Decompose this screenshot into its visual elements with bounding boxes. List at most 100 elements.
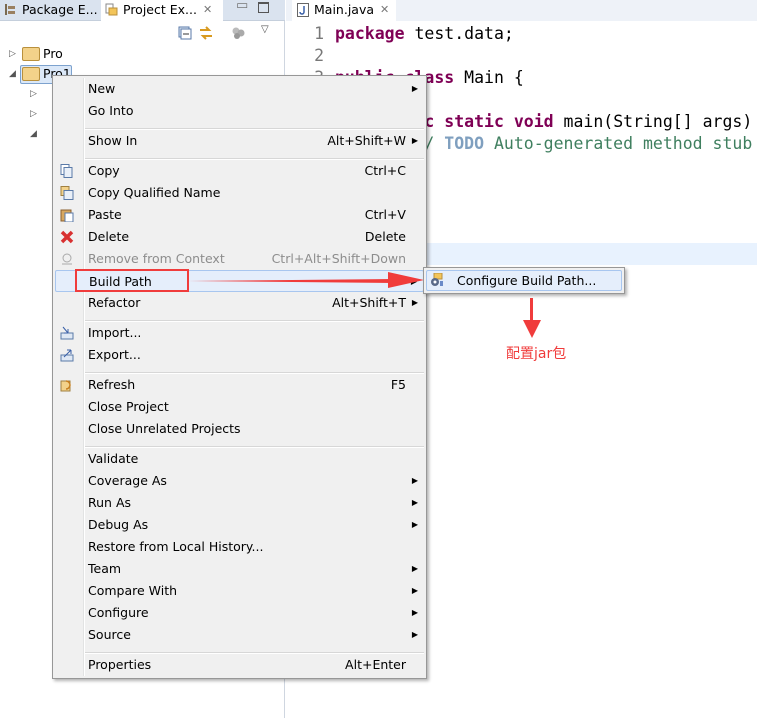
menu-item-close-unrelated-projects[interactable]: Close Unrelated Projects [55, 418, 424, 440]
menu-item-label: Team [88, 561, 122, 576]
menu-item-label: New [88, 81, 116, 96]
submenu-arrow-icon: ▶ [411, 608, 418, 617]
context-menu: New ▶ Go Into Show In Alt+Shift+W ▶ Copy Ctrl+C… [52, 75, 427, 679]
submenu-arrow-icon: ▶ [411, 498, 418, 507]
view-menu-icon[interactable]: ▽ [261, 24, 269, 35]
menu-item-copy[interactable]: Copy Ctrl+C [55, 160, 424, 182]
collapse-all-icon[interactable] [178, 26, 192, 40]
menu-item-export[interactable]: Export... [55, 344, 424, 366]
menu-item-shortcut: Alt+Enter [345, 657, 406, 672]
menu-item-label: Remove from Context [88, 251, 225, 266]
remove-from-context-icon [62, 253, 72, 265]
tab-label: Package E... [22, 2, 98, 17]
tab-main-java[interactable]: Main.java ✕ [292, 0, 396, 21]
menu-item-debug-as[interactable]: Debug As ▶ [55, 514, 424, 536]
project-explorer-icon [105, 3, 118, 16]
menu-item-new[interactable]: New ▶ [55, 78, 424, 100]
copy-icon [60, 164, 73, 178]
line-number: 2 [314, 46, 324, 65]
close-icon[interactable]: ✕ [203, 0, 212, 20]
configure-build-path-icon [431, 273, 443, 286]
menu-item-label: Export... [88, 347, 141, 362]
submenu-arrow-icon: ▶ [411, 298, 418, 307]
submenu-arrow-icon: ▶ [411, 476, 418, 485]
menu-item-show-in[interactable]: Show In Alt+Shift+W ▶ [55, 130, 424, 152]
menu-item-label: Show In [88, 133, 138, 148]
tree-item-pro[interactable]: ▷ Pro [0, 44, 200, 64]
submenu-arrow-icon: ▶ [411, 564, 418, 573]
menu-item-configure[interactable]: Configure ▶ [55, 602, 424, 624]
tab-label: Main.java [314, 2, 375, 17]
menu-item-source[interactable]: Source ▶ [55, 624, 424, 646]
tab-project-explorer[interactable]: Project Ex... ✕ [101, 0, 223, 21]
menu-item-coverage-as[interactable]: Coverage As ▶ [55, 470, 424, 492]
editor-tab-bar: Main.java ✕ [286, 0, 757, 21]
menu-item-label: Configure [88, 605, 149, 620]
menu-item-refresh[interactable]: Refresh F5 [55, 374, 424, 396]
paste-icon [60, 209, 74, 222]
annotation-arrow-right [188, 272, 424, 288]
menu-item-shortcut: Ctrl+V [364, 207, 406, 222]
menu-item-properties[interactable]: Properties Alt+Enter [55, 654, 424, 676]
menu-item-import[interactable]: Import... [55, 322, 424, 344]
menu-item-label: Compare With [88, 583, 178, 598]
submenu-arrow-icon: ▶ [411, 630, 418, 639]
menu-item-label: Copy [88, 163, 120, 178]
collapse-icon[interactable]: ◢ [9, 64, 16, 84]
menu-item-paste[interactable]: Paste Ctrl+V [55, 204, 424, 226]
menu-item-label: Paste [88, 207, 122, 222]
menu-item-label: Delete [88, 229, 130, 244]
package-explorer-icon [5, 4, 15, 15]
code-line[interactable]: 1 package test.data; [286, 23, 757, 45]
menu-item-label: Source [88, 627, 131, 642]
submenu-arrow-icon: ▶ [411, 136, 418, 145]
collapse-icon[interactable]: ◢ [30, 129, 37, 139]
menu-item-delete[interactable]: Delete Delete [55, 226, 424, 248]
menu-item-label: Refactor [88, 295, 141, 310]
java-file-icon [297, 3, 309, 17]
annotation-arrow-down [523, 298, 541, 338]
menu-item-run-as[interactable]: Run As ▶ [55, 492, 424, 514]
annotation-red-box [75, 269, 189, 292]
menu-item-go-into[interactable]: Go Into [55, 100, 424, 122]
menu-item-team[interactable]: Team ▶ [55, 558, 424, 580]
import-icon [60, 326, 74, 340]
code-line[interactable]: 2 [286, 45, 757, 67]
menu-item-label: Debug As [88, 517, 149, 532]
menu-item-label: Import... [88, 325, 142, 340]
build-path-submenu: Configure Build Path... [423, 267, 625, 294]
line-number: 1 [314, 24, 324, 43]
menu-item-shortcut: Alt+Shift+W [327, 133, 406, 148]
view-tab-bar: Package E... Project Ex... ✕ ▭ [0, 0, 285, 21]
menu-item-shortcut: Delete [364, 229, 406, 244]
menu-item-refactor[interactable]: Refactor Alt+Shift+T ▶ [55, 292, 424, 314]
maximize-icon[interactable] [258, 2, 269, 13]
project-folder-warning-icon [22, 47, 40, 61]
menu-item-configure-build-path[interactable]: Configure Build Path... [426, 270, 622, 291]
expand-icon[interactable]: ▷ [9, 44, 16, 64]
expand-icon[interactable]: ▷ [30, 109, 37, 119]
annotation-note: 配置jar包 [506, 346, 567, 362]
close-icon[interactable]: ✕ [380, 0, 389, 20]
menu-item-shortcut: Alt+Shift+T [332, 295, 406, 310]
copy-qualified-name-icon [60, 186, 74, 200]
menu-item-copy-qualified-name[interactable]: Copy Qualified Name [55, 182, 424, 204]
menu-item-compare-with[interactable]: Compare With ▶ [55, 580, 424, 602]
menu-item-shortcut: Ctrl+C [364, 163, 406, 178]
code-text: package test.data; [335, 24, 514, 43]
menu-item-validate[interactable]: Validate [55, 448, 424, 470]
menu-item-restore-from-local-history[interactable]: Restore from Local History... [55, 536, 424, 558]
tab-package-explorer[interactable]: Package E... [0, 0, 100, 21]
tree-item-label: Pro [43, 46, 63, 61]
refresh-icon [60, 380, 71, 392]
menu-item-close-project[interactable]: Close Project [55, 396, 424, 418]
minimize-icon[interactable]: ▭ [236, 0, 248, 13]
project-folder-icon [22, 67, 40, 81]
tab-label: Project Ex... [123, 2, 197, 17]
filter-icon[interactable] [231, 26, 245, 40]
link-with-editor-icon[interactable] [199, 26, 213, 40]
menu-item-label: Close Unrelated Projects [88, 421, 241, 436]
expand-icon[interactable]: ▷ [30, 89, 37, 99]
menu-item-label: Go Into [88, 103, 134, 118]
menu-item-label: Coverage As [88, 473, 167, 488]
